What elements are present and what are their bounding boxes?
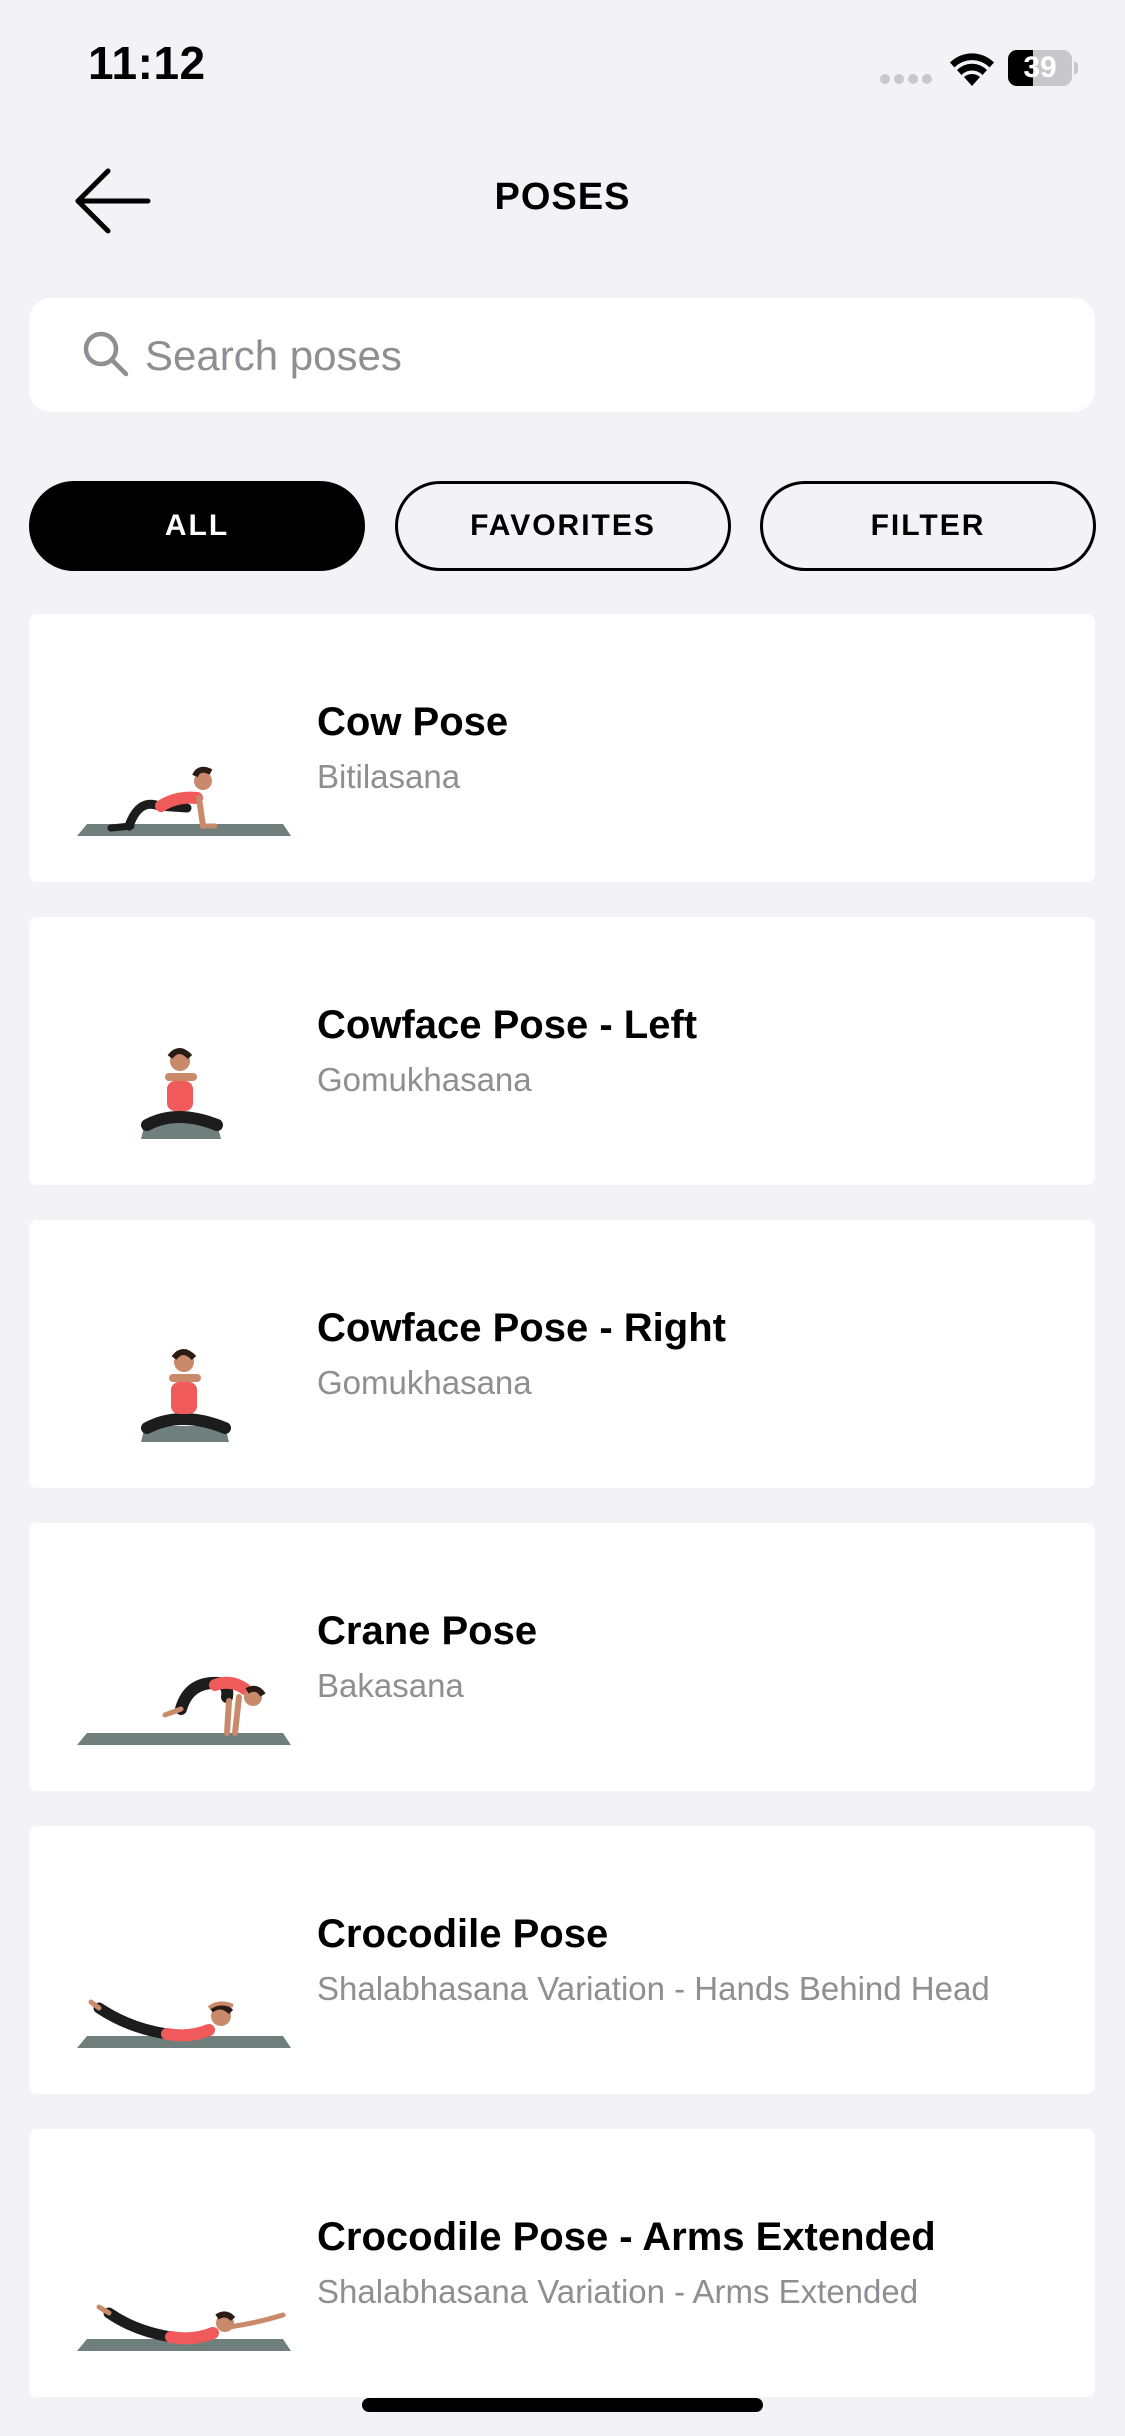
wifi-icon <box>950 53 994 86</box>
page-title: POSES <box>494 176 631 218</box>
list-item[interactable]: Cowface Pose - Left Gomukhasana <box>29 917 1095 1185</box>
home-indicator[interactable] <box>362 2398 763 2412</box>
pose-name: Cowface Pose - Left <box>317 1003 698 1047</box>
battery-level: 39 <box>1023 51 1057 84</box>
cellular-signal-icon <box>880 74 936 84</box>
pose-sanskrit-name: Gomukhasana <box>317 1061 532 1098</box>
tab-all[interactable]: ALL <box>29 481 365 571</box>
pose-name: Crocodile Pose <box>317 1912 609 1956</box>
crocodile-pose-arms-extended-image <box>77 2304 291 2351</box>
pose-sanskrit-name: Bakasana <box>317 1667 464 1704</box>
status-time: 11:12 <box>88 37 206 89</box>
crocodile-pose-image <box>77 1999 291 2048</box>
crane-pose-image <box>77 1676 291 1745</box>
list-item[interactable]: Cow Pose Bitilasana <box>29 614 1095 882</box>
cowface-pose-right-image <box>141 1349 231 1442</box>
list-item[interactable]: Crane Pose Bakasana <box>29 1523 1095 1791</box>
list-item[interactable]: Crocodile Pose Shalabhasana Variation - … <box>29 1826 1095 2094</box>
pose-name: Cow Pose <box>317 700 509 744</box>
list-item[interactable]: Crocodile Pose - Arms Extended Shalabhas… <box>29 2129 1095 2397</box>
search-bar[interactable] <box>29 298 1095 412</box>
search-input[interactable] <box>143 318 1047 394</box>
pose-name: Cowface Pose - Right <box>317 1306 726 1350</box>
cowface-pose-left-image <box>141 1048 223 1139</box>
pose-name: Crane Pose <box>317 1609 538 1653</box>
pose-sanskrit-name: Gomukhasana <box>317 1364 532 1401</box>
list-item[interactable]: Cowface Pose - Right Gomukhasana <box>29 1220 1095 1488</box>
pose-sanskrit-name: Shalabhasana Variation - Hands Behind He… <box>317 1970 990 2007</box>
tab-filter[interactable]: FILTER <box>760 481 1096 571</box>
pose-sanskrit-name: Shalabhasana Variation - Arms Extended <box>317 2273 919 2310</box>
pose-name: Crocodile Pose - Arms Extended <box>317 2215 936 2259</box>
status-bar: 11:12 39 <box>0 0 1125 130</box>
search-icon <box>83 331 129 377</box>
tab-favorites[interactable]: FAVORITES <box>395 481 731 571</box>
pose-sanskrit-name: Bitilasana <box>317 758 461 795</box>
cow-pose-image <box>77 766 291 836</box>
battery-icon: 39 <box>1008 50 1078 86</box>
